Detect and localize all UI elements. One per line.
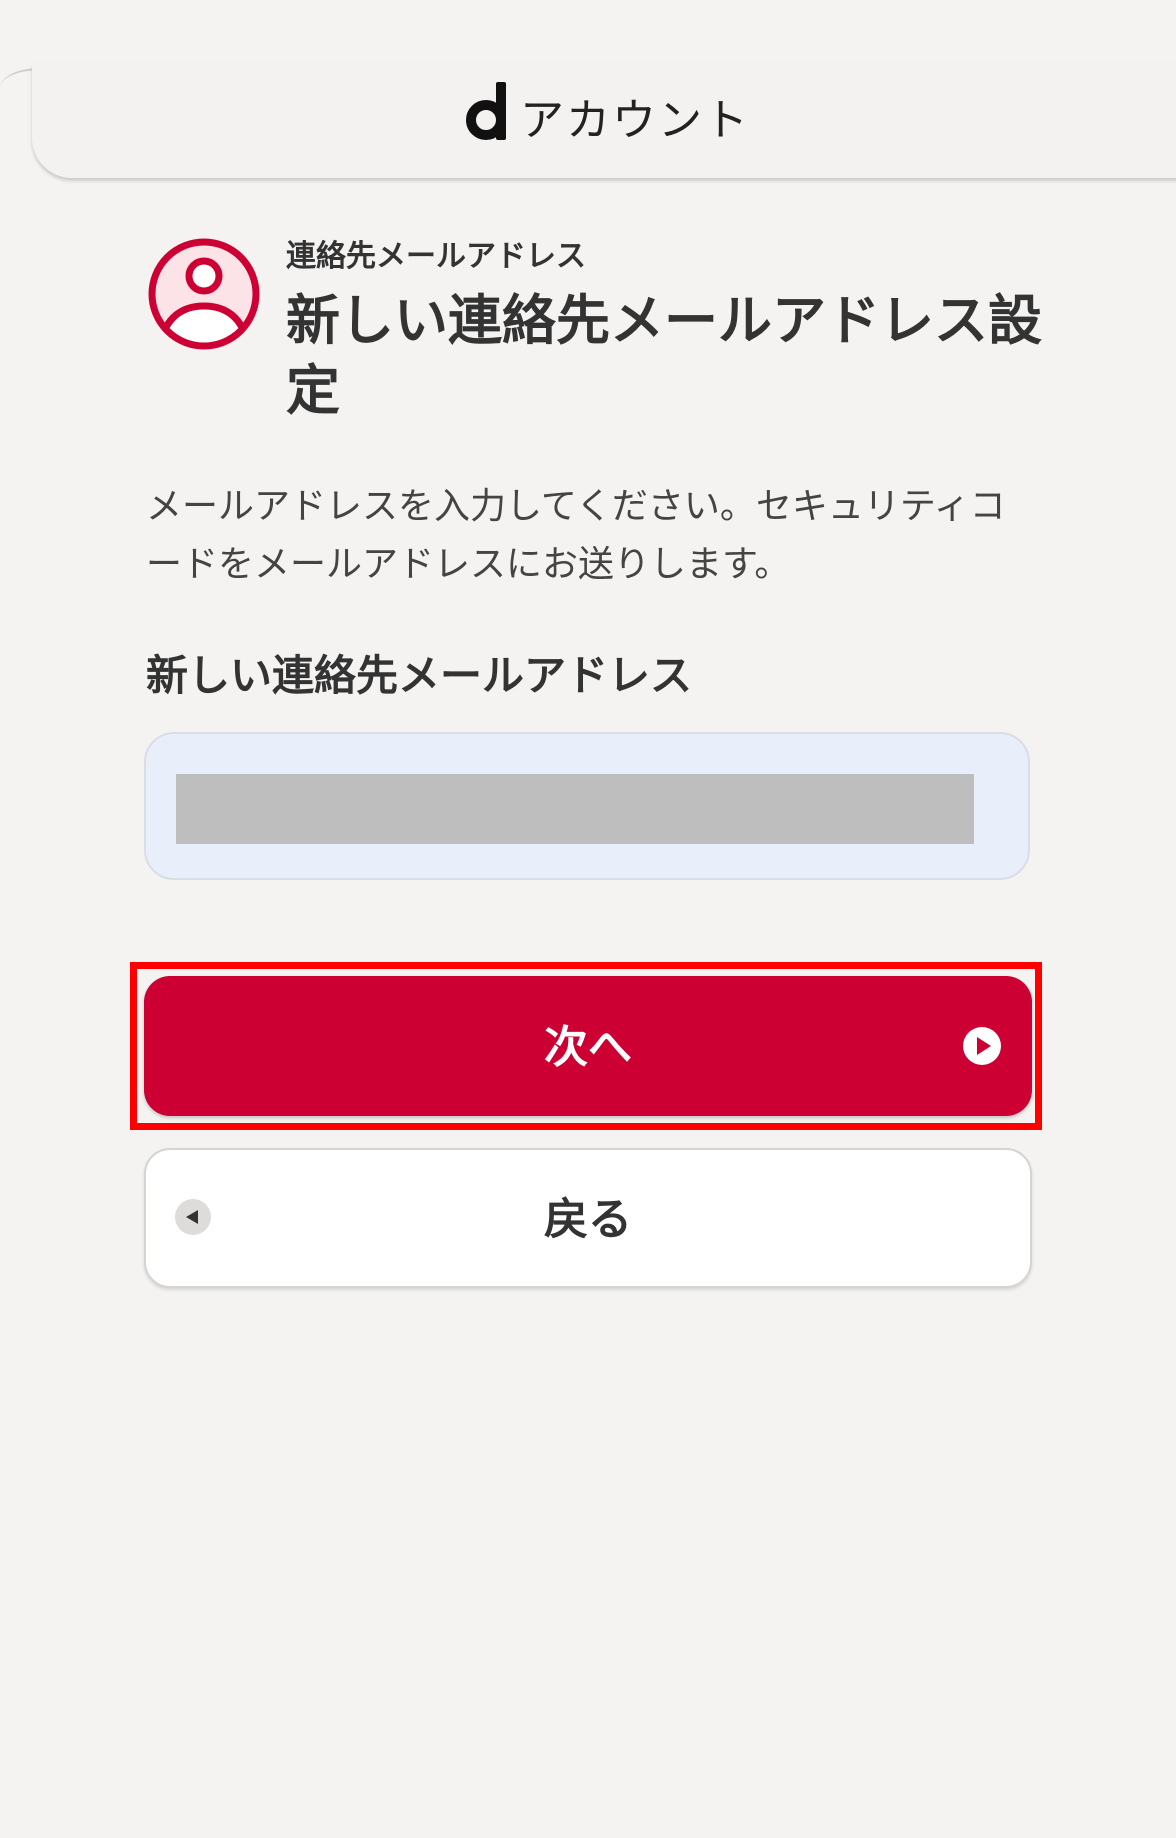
email-field-container	[144, 732, 1030, 880]
page-title: 新しい連絡先メールアドレス設定	[286, 289, 1042, 422]
d-logo-icon	[466, 82, 506, 140]
section-subtitle: 連絡先メールアドレス	[286, 239, 586, 274]
person-circle-icon	[148, 238, 260, 350]
next-button-label: 次へ	[544, 1022, 632, 1073]
email-field-label: 新しい連絡先メールアドレス	[146, 651, 693, 700]
brand-logo: アカウント	[466, 80, 750, 146]
brand-text: アカウント	[520, 95, 750, 146]
next-button[interactable]: 次へ	[144, 976, 1032, 1116]
instruction-text: メールアドレスを入力してください。セキュリティコードをメールアドレスにお送りしま…	[146, 486, 1006, 585]
back-button[interactable]: 戻る	[144, 1148, 1032, 1288]
play-circle-icon	[963, 1027, 1001, 1065]
email-input[interactable]	[176, 774, 974, 844]
back-button-label: 戻る	[544, 1194, 632, 1245]
